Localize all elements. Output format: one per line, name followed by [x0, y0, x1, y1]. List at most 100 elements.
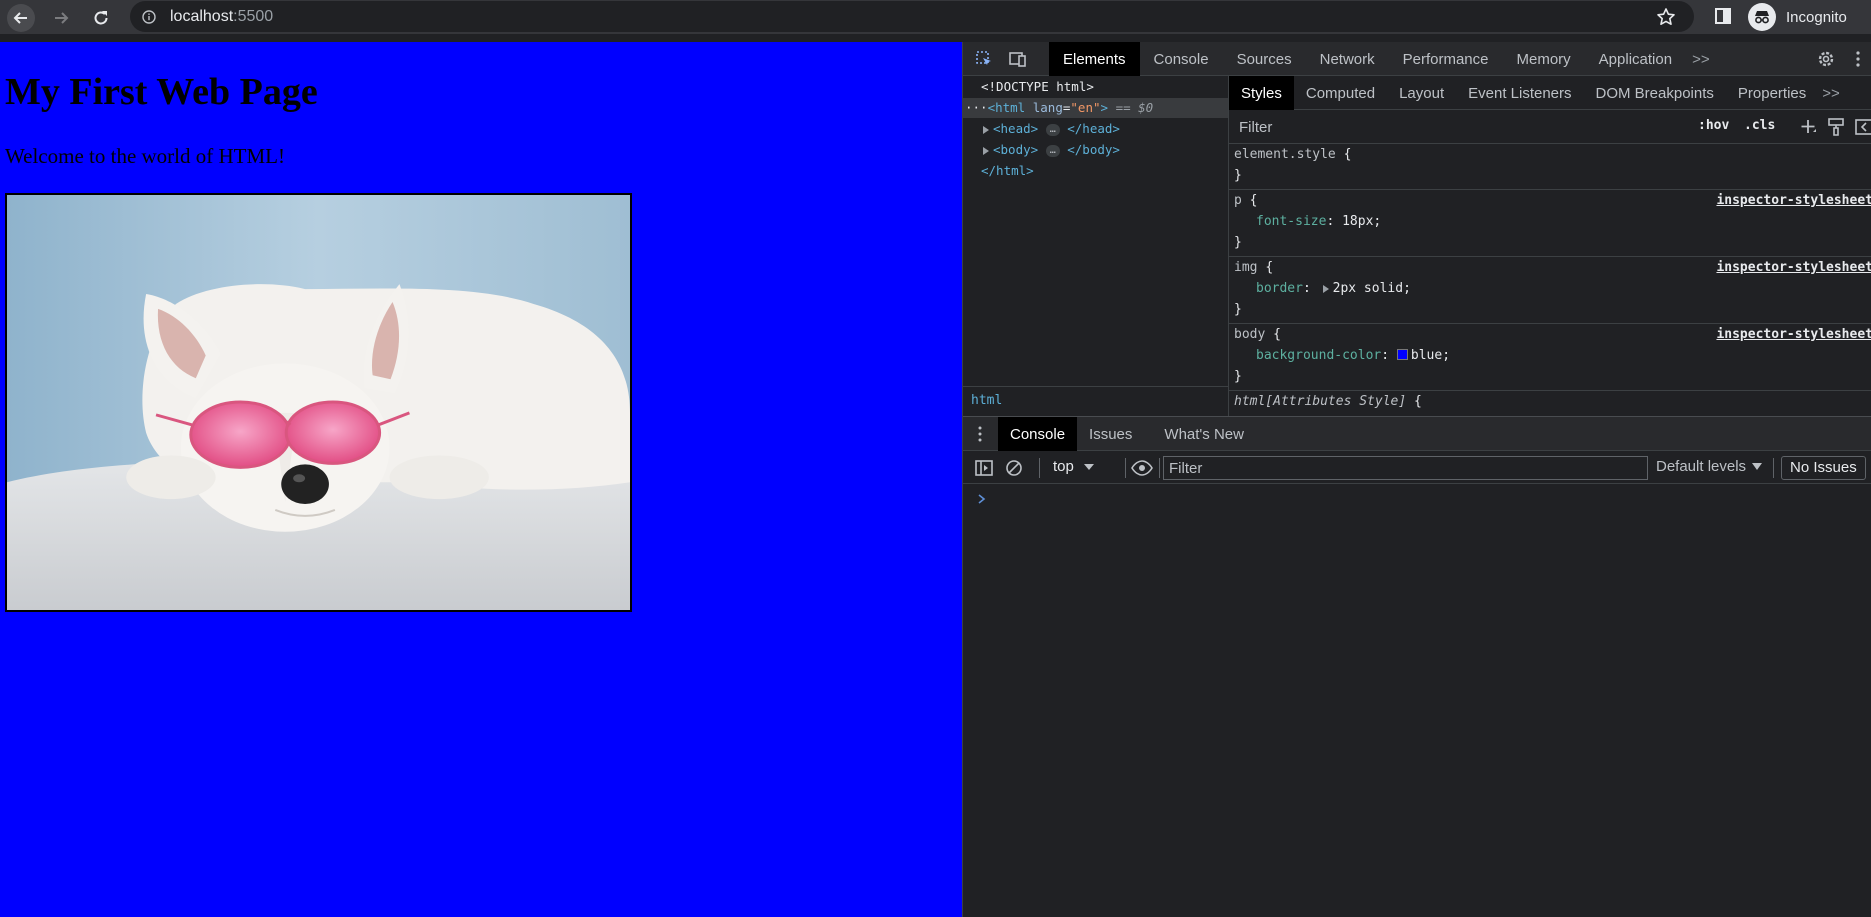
- drawer-tab-whats-new[interactable]: What's New: [1152, 417, 1256, 451]
- toolbar-divider: [1039, 458, 1040, 478]
- rule-element-style[interactable]: element.style { }: [1229, 144, 1871, 190]
- dom-node-html-close[interactable]: </html>: [963, 161, 1228, 181]
- forward-button[interactable]: [47, 4, 75, 32]
- tab-layout[interactable]: Layout: [1387, 76, 1456, 110]
- gear-icon[interactable]: [1816, 49, 1836, 69]
- breadcrumb[interactable]: html: [971, 393, 1002, 408]
- device-toolbar-icon[interactable]: [1009, 50, 1027, 68]
- tab-sources[interactable]: Sources: [1223, 42, 1306, 76]
- incognito-icon: [1748, 3, 1776, 31]
- devtools-toolbar: Elements Console Sources Network Perform…: [963, 42, 1871, 76]
- expand-shorthand-icon[interactable]: [1322, 284, 1329, 293]
- log-levels-label: Default levels: [1656, 458, 1747, 475]
- breadcrumb-bar: html: [963, 386, 1228, 415]
- doctype-text: <!DOCTYPE html>: [981, 79, 1094, 94]
- tab-console[interactable]: Console: [1140, 42, 1223, 76]
- color-swatch[interactable]: [1396, 349, 1408, 360]
- expand-triangle-icon[interactable]: [983, 125, 989, 134]
- plus-icon[interactable]: [1799, 118, 1817, 136]
- kebab-menu-icon[interactable]: [1855, 49, 1861, 69]
- caret-down-icon: [1752, 463, 1763, 470]
- incognito-profile[interactable]: Incognito: [1748, 2, 1847, 32]
- log-levels-dropdown[interactable]: Default levels: [1656, 458, 1763, 475]
- sidebar-panel-icon[interactable]: [975, 459, 993, 477]
- toolbar-divider: [1125, 458, 1126, 478]
- drawer-tab-issues[interactable]: Issues: [1077, 417, 1144, 451]
- node-dots: ···: [965, 100, 988, 115]
- dom-node-html[interactable]: ···<html lang="en"> == $0: [963, 98, 1228, 118]
- page-heading: My First Web Page: [5, 71, 318, 113]
- rule-body[interactable]: body { inspector-stylesheet background-c…: [1229, 324, 1871, 391]
- hov-button[interactable]: :hov: [1698, 118, 1729, 133]
- context-value: top: [1053, 458, 1074, 475]
- selected-marker: == $0: [1115, 100, 1154, 115]
- tab-memory[interactable]: Memory: [1503, 42, 1585, 76]
- console-toolbar: top Default levels No Issues: [963, 451, 1871, 484]
- inspect-element-icon[interactable]: [975, 50, 993, 68]
- tab-network[interactable]: Network: [1306, 42, 1389, 76]
- tab-computed[interactable]: Computed: [1294, 76, 1387, 110]
- console-drawer: Console Issues What's New top Default le…: [963, 416, 1871, 917]
- dog-image: [5, 193, 632, 612]
- arrow-right-icon: [55, 12, 69, 24]
- tab-elements[interactable]: Elements: [1049, 42, 1140, 76]
- more-styles-tabs-chevron-icon[interactable]: >>: [1818, 76, 1852, 110]
- styles-filter-input[interactable]: [1233, 115, 1688, 139]
- collapsed-ellipsis[interactable]: …: [1045, 123, 1060, 136]
- back-button[interactable]: [7, 4, 35, 32]
- stylesheet-link[interactable]: inspector-stylesheet: [1716, 190, 1871, 211]
- dom-tree: <!DOCTYPE html> ···<html lang="en"> == $…: [963, 76, 1228, 386]
- collapsed-ellipsis[interactable]: …: [1045, 144, 1060, 157]
- incognito-label: Incognito: [1786, 8, 1847, 26]
- console-prompt-chevron-icon[interactable]: [975, 492, 989, 506]
- devtools-panel: Elements Console Sources Network Perform…: [962, 42, 1871, 917]
- stylesheet-link[interactable]: inspector-stylesheet: [1716, 324, 1871, 345]
- stylesheet-link[interactable]: inspector-stylesheet: [1716, 257, 1871, 278]
- drawer-tabbar: Console Issues What's New: [963, 417, 1871, 451]
- devtools-tabs: Elements Console Sources Network Perform…: [1049, 42, 1724, 76]
- arrow-left-icon: [13, 12, 27, 24]
- tab-application[interactable]: Application: [1585, 42, 1686, 76]
- page-viewport: My First Web Page Welcome to the world o…: [0, 42, 962, 917]
- tab-properties[interactable]: Properties: [1726, 76, 1818, 110]
- star-icon[interactable]: [1656, 7, 1676, 27]
- side-panel-icon[interactable]: [1714, 7, 1732, 25]
- tab-performance[interactable]: Performance: [1389, 42, 1503, 76]
- dom-node-body[interactable]: <body> … </body>: [963, 140, 1228, 160]
- paintbrush-icon[interactable]: [1828, 118, 1844, 136]
- drawer-menu-icon[interactable]: [977, 425, 983, 443]
- reload-button[interactable]: [87, 4, 115, 32]
- page-paragraph: Welcome to the world of HTML!: [5, 144, 285, 168]
- context-selector[interactable]: top: [1053, 458, 1094, 475]
- issues-button[interactable]: No Issues: [1781, 456, 1866, 480]
- dom-node-doctype[interactable]: <!DOCTYPE html>: [963, 77, 1228, 97]
- info-icon[interactable]: [142, 9, 156, 24]
- url-text: localhost:5500: [170, 8, 273, 26]
- toolbar-divider: [1159, 458, 1160, 478]
- tab-styles[interactable]: Styles: [1229, 76, 1294, 110]
- cls-button[interactable]: .cls: [1744, 118, 1775, 133]
- url-host: localhost: [170, 7, 234, 25]
- tab-dom-breakpoints[interactable]: DOM Breakpoints: [1584, 76, 1726, 110]
- style-rules: element.style { } p { inspector-styleshe…: [1229, 144, 1871, 415]
- rule-p[interactable]: p { inspector-stylesheet font-size: 18px…: [1229, 190, 1871, 257]
- eye-icon[interactable]: [1131, 459, 1153, 477]
- styles-pane: Styles Computed Layout Event Listeners D…: [1228, 76, 1871, 416]
- clear-console-icon[interactable]: [1005, 459, 1023, 477]
- caret-down-icon: [1083, 463, 1094, 470]
- sidebar-toggle-icon[interactable]: [1855, 118, 1871, 136]
- browser-toolbar: localhost:5500 Incognito: [0, 0, 1871, 34]
- toolbar-divider: [1773, 458, 1774, 478]
- console-filter-input[interactable]: [1163, 456, 1648, 480]
- styles-filter-bar: :hov .cls: [1229, 110, 1871, 144]
- drawer-tabs: Console Issues What's New: [998, 417, 1264, 451]
- rule-html-attributes[interactable]: html[Attributes Style] {: [1229, 391, 1871, 415]
- tab-event-listeners[interactable]: Event Listeners: [1456, 76, 1583, 110]
- rule-img[interactable]: img { inspector-stylesheet border: 2px s…: [1229, 257, 1871, 324]
- more-tabs-chevron-icon[interactable]: >>: [1686, 42, 1724, 76]
- address-bar[interactable]: localhost:5500: [130, 1, 1694, 32]
- expand-triangle-icon[interactable]: [983, 146, 989, 155]
- drawer-tab-console[interactable]: Console: [998, 417, 1078, 451]
- dom-node-head[interactable]: <head> … </head>: [963, 119, 1228, 139]
- reload-icon: [94, 11, 108, 25]
